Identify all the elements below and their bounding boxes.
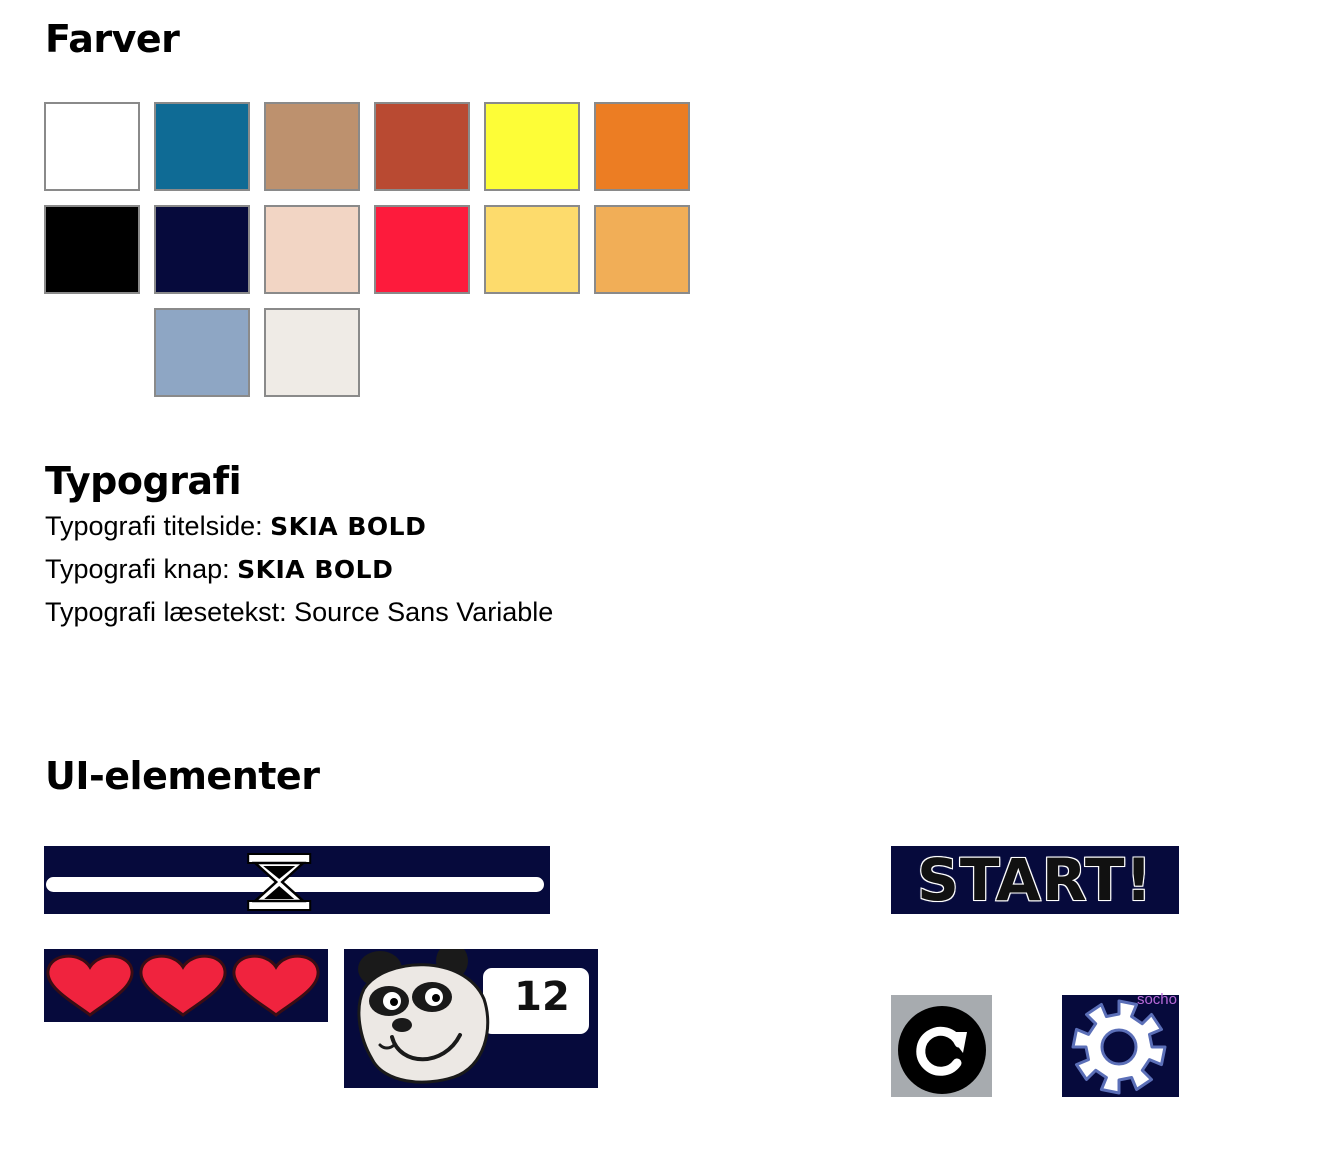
heart-icon [139, 954, 227, 1017]
heart-icon [232, 954, 320, 1017]
color-swatch [154, 205, 250, 294]
color-swatch [374, 102, 470, 191]
score-value: 12 [514, 974, 570, 1020]
typography-body-line: Typografi læsetekst: Source Sans Variabl… [45, 599, 553, 626]
typography-button-label: Typografi knap: [45, 554, 238, 584]
timer-bar [44, 846, 550, 914]
lives-panel [44, 949, 328, 1022]
color-swatch [264, 102, 360, 191]
color-swatch [44, 102, 140, 191]
color-swatch [264, 205, 360, 294]
color-swatch [484, 205, 580, 294]
color-swatch [154, 308, 250, 397]
settings-tag-text: socho [1136, 991, 1177, 1008]
typography-title-font: SKIA BOLD [270, 512, 427, 541]
restart-button[interactable] [891, 995, 992, 1097]
typography-title-line: Typografi titelside: SKIA BOLD [45, 513, 426, 540]
start-button-label: START! [916, 846, 1153, 914]
typography-body-font: Source Sans Variable [294, 597, 554, 627]
color-swatch [594, 102, 690, 191]
color-swatch [44, 205, 140, 294]
heart-icon [46, 954, 134, 1017]
color-swatch [264, 308, 360, 397]
ui-elements-heading: UI-elementer [45, 754, 320, 798]
panda-head [357, 963, 490, 1084]
color-swatch [484, 102, 580, 191]
restart-icon [898, 1006, 986, 1094]
typography-heading: Typografi [45, 459, 242, 503]
typography-button-font: SKIA BOLD [237, 555, 394, 584]
typography-button-line: Typografi knap: SKIA BOLD [45, 556, 393, 583]
gear-hole [1100, 1028, 1138, 1066]
timer-track [46, 877, 544, 892]
color-swatch [594, 205, 690, 294]
colors-heading: Farver [45, 17, 180, 61]
color-swatch [154, 102, 250, 191]
color-swatch [374, 205, 470, 294]
settings-button[interactable]: socho [1062, 991, 1179, 1097]
typography-body-label: Typografi læsetekst: [45, 597, 295, 627]
start-button[interactable]: START! [891, 846, 1179, 914]
typography-title-label: Typografi titelside: [45, 511, 271, 541]
score-panel: 12 [344, 949, 598, 1088]
gear-icon [1071, 999, 1167, 1095]
